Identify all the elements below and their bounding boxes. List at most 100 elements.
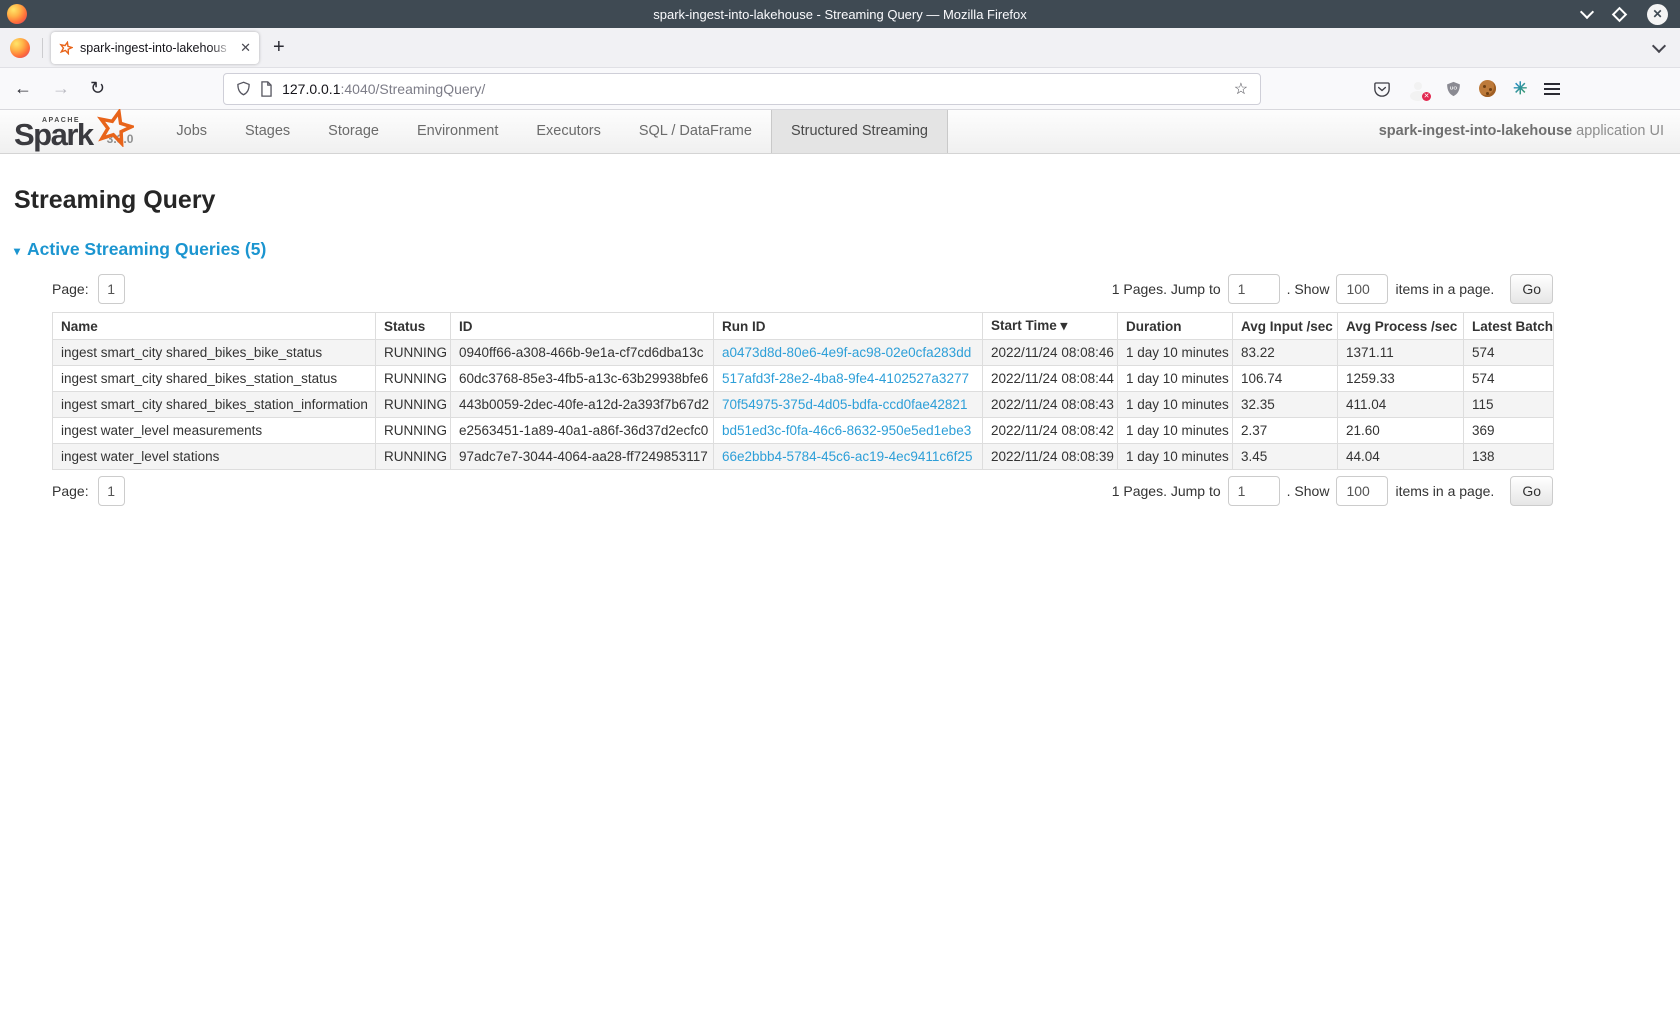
column-header-avg-process-sec[interactable]: Avg Process /sec <box>1338 313 1464 340</box>
table-zone: Page: 1 Pages. Jump to . Show items in a… <box>52 274 1553 506</box>
section-label: Active Streaming Queries (5) <box>27 239 266 260</box>
run-id-link[interactable]: a0473d8d-80e6-4e9f-ac98-02e0cfa283dd <box>722 345 971 360</box>
nav-tab-sql-dataframe[interactable]: SQL / DataFrame <box>620 110 771 153</box>
nav-tab-jobs[interactable]: Jobs <box>157 110 226 153</box>
cell-avg-process: 411.04 <box>1338 392 1464 418</box>
items-label: items in a page. <box>1395 281 1494 297</box>
cell-avg-input: 106.74 <box>1233 366 1338 392</box>
window-minimize-icon[interactable] <box>1580 4 1594 18</box>
items-label: items in a page. <box>1395 483 1494 499</box>
back-button[interactable]: ← <box>14 78 32 99</box>
cell-duration: 1 day 10 minutes <box>1118 340 1233 366</box>
column-header-name[interactable]: Name <box>53 313 376 340</box>
table-row: ingest smart_city shared_bikes_bike_stat… <box>53 340 1554 366</box>
cell-status: RUNNING <box>376 366 451 392</box>
url-text: 127.0.0.1:4040/StreamingQuery/ <box>282 81 485 97</box>
column-header-duration[interactable]: Duration <box>1118 313 1233 340</box>
pages-count-label: 1 Pages. Jump to <box>1112 483 1221 499</box>
bookmark-star-icon[interactable]: ☆ <box>1234 79 1248 99</box>
url-host: 127.0.0.1 <box>282 81 340 97</box>
column-header-avg-input-sec[interactable]: Avg Input /sec <box>1233 313 1338 340</box>
account-error-badge: ✕ <box>1422 92 1431 101</box>
cell-start-time: 2022/11/24 08:08:46 <box>983 340 1118 366</box>
cell-name: ingest water_level measurements <box>53 418 376 444</box>
ublock-shield-icon[interactable]: UO <box>1445 80 1462 98</box>
run-id-link[interactable]: 66e2bbb4-5784-45c6-ac19-4ec9411c6f25 <box>722 449 972 464</box>
page-info-icon[interactable] <box>260 81 273 97</box>
table-row: ingest water_level measurementsRUNNINGe2… <box>53 418 1554 444</box>
nav-tab-stages[interactable]: Stages <box>226 110 309 153</box>
cell-avg-input: 3.45 <box>1233 444 1338 470</box>
items-per-page-input[interactable] <box>1336 274 1388 304</box>
account-profile-icon[interactable]: ✕ <box>1408 79 1428 99</box>
extension-icons-area: ✕ UO ✳ <box>1373 79 1560 99</box>
svg-text:UO: UO <box>1450 85 1458 91</box>
application-name: spark-ingest-into-lakehouse <box>1379 123 1572 139</box>
cell-run-id: 66e2bbb4-5784-45c6-ac19-4ec9411c6f25 <box>714 444 983 470</box>
cell-run-id: a0473d8d-80e6-4e9f-ac98-02e0cfa283dd <box>714 340 983 366</box>
run-id-link[interactable]: 70f54975-375d-4d05-bdfa-ccd0fae42821 <box>722 397 967 412</box>
window-maximize-icon[interactable] <box>1612 6 1628 22</box>
forward-button: → <box>52 78 70 99</box>
apache-label: APACHE <box>42 117 80 124</box>
page-title: Streaming Query <box>14 186 1666 215</box>
cookie-extension-icon[interactable] <box>1479 80 1496 97</box>
spark-favicon-icon <box>59 41 73 55</box>
column-header-id[interactable]: ID <box>451 313 714 340</box>
tab-title: spark-ingest-into-lakehous <box>80 41 233 55</box>
items-per-page-input[interactable] <box>1336 476 1388 506</box>
browser-tab[interactable]: spark-ingest-into-lakehous ✕ <box>51 32 259 64</box>
cell-avg-input: 32.35 <box>1233 392 1338 418</box>
reload-button[interactable]: ↻ <box>90 78 105 99</box>
column-header-latest-batch[interactable]: Latest Batch <box>1464 313 1554 340</box>
page-number-input[interactable] <box>98 274 125 304</box>
cell-latest-batch: 574 <box>1464 366 1554 392</box>
cell-duration: 1 day 10 minutes <box>1118 366 1233 392</box>
cell-duration: 1 day 10 minutes <box>1118 392 1233 418</box>
menu-hamburger-icon[interactable] <box>1544 83 1560 95</box>
cell-latest-batch: 574 <box>1464 340 1554 366</box>
go-button[interactable]: Go <box>1510 274 1553 304</box>
cell-avg-process: 1371.11 <box>1338 340 1464 366</box>
table-body: ingest smart_city shared_bikes_bike_stat… <box>53 340 1554 470</box>
table-header-row: NameStatusIDRun IDStart Time ▾DurationAv… <box>53 313 1554 340</box>
column-header-start-time[interactable]: Start Time ▾ <box>983 313 1118 340</box>
pocket-icon[interactable] <box>1373 80 1391 98</box>
list-all-tabs-icon[interactable] <box>1652 38 1666 52</box>
application-ui-label: spark-ingest-into-lakehouse application … <box>1379 110 1680 153</box>
run-id-link[interactable]: 517afd3f-28e2-4ba8-9fe4-4102527a3277 <box>722 371 969 386</box>
column-header-status[interactable]: Status <box>376 313 451 340</box>
page-label: Page: <box>52 281 89 297</box>
cell-name: ingest smart_city shared_bikes_station_i… <box>53 392 376 418</box>
window-close-icon[interactable]: ✕ <box>1647 4 1668 25</box>
go-button[interactable]: Go <box>1510 476 1553 506</box>
tab-close-icon[interactable]: ✕ <box>240 40 251 56</box>
nav-tab-structured-streaming[interactable]: Structured Streaming <box>771 110 948 153</box>
new-tab-button[interactable]: + <box>273 36 285 59</box>
spark-logo[interactable]: APACHE Spark <box>12 110 99 153</box>
nav-tab-storage[interactable]: Storage <box>309 110 398 153</box>
nav-tab-environment[interactable]: Environment <box>398 110 517 153</box>
page-number-input[interactable] <box>98 476 125 506</box>
jump-to-input[interactable] <box>1228 476 1280 506</box>
table-row: ingest smart_city shared_bikes_station_s… <box>53 366 1554 392</box>
firefox-view-icon[interactable] <box>10 38 30 58</box>
cell-avg-process: 1259.33 <box>1338 366 1464 392</box>
shield-permissions-icon[interactable] <box>236 80 251 97</box>
collapse-arrow-icon: ▾ <box>14 244 20 258</box>
column-header-run-id[interactable]: Run ID <box>714 313 983 340</box>
cell-avg-input: 2.37 <box>1233 418 1338 444</box>
window-titlebar: spark-ingest-into-lakehouse - Streaming … <box>0 0 1680 28</box>
cell-run-id: 70f54975-375d-4d05-bdfa-ccd0fae42821 <box>714 392 983 418</box>
url-bar[interactable]: 127.0.0.1:4040/StreamingQuery/ ☆ <box>223 73 1261 105</box>
cell-status: RUNNING <box>376 392 451 418</box>
pages-count-label: 1 Pages. Jump to <box>1112 281 1221 297</box>
url-path: :4040/StreamingQuery/ <box>340 81 485 97</box>
jump-to-input[interactable] <box>1228 274 1280 304</box>
run-id-link[interactable]: bd51ed3c-f0fa-46c6-8632-950e5ed1ebe3 <box>722 423 971 438</box>
asterisk-extension-icon[interactable]: ✳ <box>1513 79 1527 99</box>
active-queries-section-header[interactable]: ▾ Active Streaming Queries (5) <box>14 239 1666 260</box>
firefox-logo-icon <box>7 4 27 24</box>
cell-status: RUNNING <box>376 418 451 444</box>
nav-tab-executors[interactable]: Executors <box>517 110 619 153</box>
